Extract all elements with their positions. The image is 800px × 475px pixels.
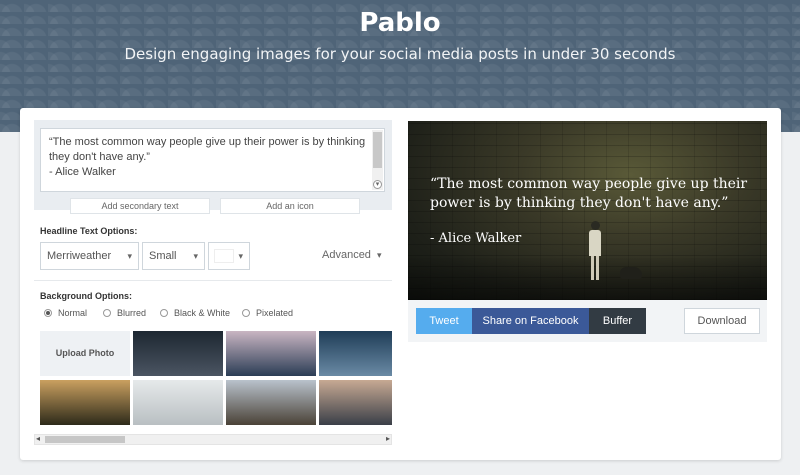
font-select[interactable]: Merriweather ▾	[40, 242, 139, 270]
preview-quote[interactable]: “The most common way people give up thei…	[430, 175, 760, 213]
figure-legs	[591, 256, 599, 280]
thumb-sunset-forest[interactable]	[40, 380, 130, 425]
thumb-city[interactable]	[319, 380, 392, 425]
download-button[interactable]: Download	[684, 308, 760, 334]
thumb-water[interactable]	[319, 331, 392, 376]
figure-head	[591, 221, 600, 230]
textarea-scrollbar[interactable]: ▾	[372, 130, 383, 190]
thumb-hiker[interactable]	[226, 380, 316, 425]
chevron-down-icon: ▾	[193, 251, 198, 261]
chevron-down-icon: ▾	[377, 250, 382, 260]
advanced-toggle[interactable]: Advanced ▾	[322, 249, 382, 261]
figure-body	[589, 230, 601, 256]
color-swatch	[214, 249, 234, 263]
page-subtitle: Design engaging images for your social m…	[124, 45, 676, 63]
tweet-button[interactable]: Tweet	[416, 308, 472, 334]
size-select[interactable]: Small ▾	[142, 242, 205, 270]
image-preview: “The most common way people give up thei…	[408, 121, 767, 300]
filter-blurred[interactable]: Blurred	[103, 308, 146, 318]
background-thumbnails: Upload Photo	[40, 331, 392, 429]
thumbnails-scrollbar[interactable]: ◂ ▸	[34, 434, 392, 445]
upload-photo-button[interactable]: Upload Photo	[40, 331, 130, 376]
filter-black-white[interactable]: Black & White	[160, 308, 230, 318]
share-facebook-button[interactable]: Share on Facebook	[472, 308, 589, 334]
background-options-label: Background Options:	[40, 291, 132, 301]
radio-icon	[103, 309, 111, 317]
chevron-down-icon: ▾	[127, 251, 132, 261]
size-select-value: Small	[149, 250, 177, 262]
editor-card: “The most common way people give up thei…	[20, 108, 781, 460]
divider	[34, 280, 392, 281]
scrollbar-thumb[interactable]	[373, 132, 382, 168]
add-secondary-text-button[interactable]: Add secondary text	[70, 198, 210, 214]
scroll-left-icon[interactable]: ◂	[36, 434, 40, 443]
scroll-right-icon[interactable]: ▸	[386, 434, 390, 443]
resize-handle-icon[interactable]: ▾	[373, 180, 382, 189]
add-icon-button[interactable]: Add an icon	[220, 198, 360, 214]
share-bar: Tweet Share on Facebook Buffer Download	[408, 300, 767, 342]
thumb-bridge[interactable]	[226, 331, 316, 376]
advanced-label: Advanced	[322, 249, 371, 261]
dog-figure	[620, 267, 642, 279]
text-line: “The most common way people give up thei…	[49, 136, 366, 148]
scrollbar-thumb[interactable]	[45, 436, 125, 443]
thumb-fog[interactable]	[133, 380, 223, 425]
child-figure	[588, 221, 602, 283]
text-editor-panel: “The most common way people give up thei…	[34, 120, 392, 214]
color-select[interactable]: ▾	[208, 242, 250, 270]
page-title: Pablo	[359, 8, 441, 38]
quote-textarea[interactable]: “The most common way people give up thei…	[40, 128, 385, 192]
preview-author[interactable]: - Alice Walker	[430, 231, 521, 246]
filter-normal[interactable]: Normal	[44, 308, 87, 318]
chevron-down-icon: ▾	[238, 251, 243, 261]
font-select-value: Merriweather	[47, 250, 112, 262]
radio-selected-icon	[44, 309, 52, 317]
headline-options-label: Headline Text Options:	[40, 226, 138, 236]
thumb-street[interactable]	[133, 331, 223, 376]
buffer-button[interactable]: Buffer	[589, 308, 646, 334]
radio-icon	[160, 309, 168, 317]
filter-pixelated[interactable]: Pixelated	[242, 308, 293, 318]
text-line: - Alice Walker	[49, 166, 116, 178]
radio-icon	[242, 309, 250, 317]
text-line: they don't have any.”	[49, 151, 150, 163]
